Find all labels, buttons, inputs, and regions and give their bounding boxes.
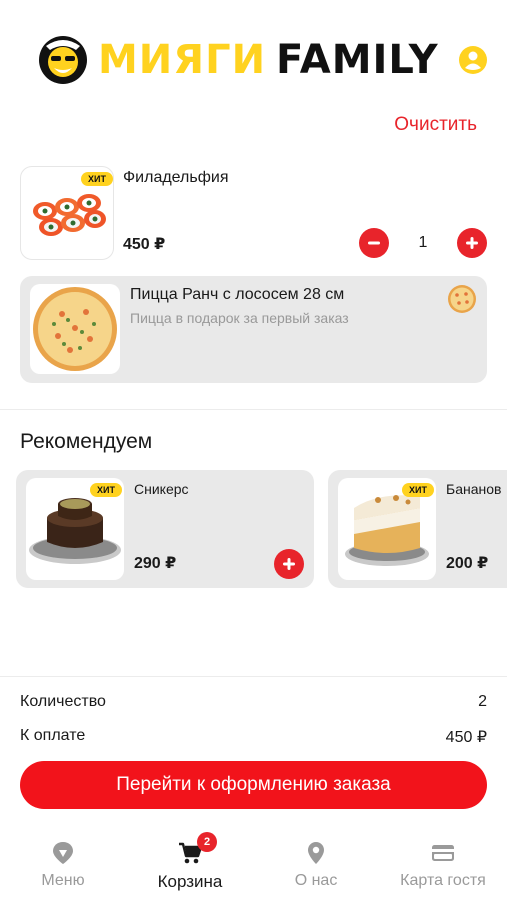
total-value: 450 ₽ [445,729,487,746]
quantity-label: Количество [20,693,106,710]
cart-item: ХИТ Филадельфия 450 ₽ 1 [20,166,487,262]
product-image: ХИТ [20,166,114,260]
product-name: Филадельфия [123,169,229,186]
minus-icon [368,241,380,245]
quantity-stepper: 1 [359,228,487,258]
brand-title: МИЯГИ FAMILY [98,38,439,82]
recommendation-card[interactable]: ХИТ Бананов 200 ₽ [328,470,507,588]
tab-label: О нас [294,872,338,889]
recommendations-carousel[interactable]: ХИТ Сникерс 290 ₽ ХИТ Бананов 200 ₽ [16,470,507,588]
menu-icon [53,842,73,864]
product-name: Бананов [446,481,502,497]
clear-cart-button[interactable]: Очистить [394,114,477,136]
summary-divider [0,676,507,677]
hit-badge: ХИТ [90,483,122,497]
brand-word-1: МИЯГИ [98,37,267,83]
gift-title: Пицца Ранч с лососем 28 см [130,286,345,303]
tab-menu[interactable]: Меню [0,826,126,900]
location-icon [308,842,324,864]
product-price: 450 ₽ [123,236,166,253]
increase-quantity-button[interactable] [457,228,487,258]
hit-badge: ХИТ [81,172,113,186]
tab-about[interactable]: О нас [253,826,379,900]
product-image: ХИТ [338,478,436,580]
card-icon [432,845,454,861]
pizza-icon [448,285,476,313]
plus-icon [466,237,478,249]
hit-badge: ХИТ [402,483,434,497]
product-image: ХИТ [26,478,124,580]
total-label: К оплате [20,727,86,744]
product-name: Сникерс [134,481,189,497]
gift-pizza-image [30,284,120,374]
user-icon[interactable] [458,45,488,75]
gift-subtitle: Пицца в подарок за первый заказ [130,310,349,326]
app-header: МИЯГИ FAMILY [0,0,507,112]
cart-count-badge: 2 [197,832,217,852]
recommendation-card[interactable]: ХИТ Сникерс 290 ₽ [16,470,314,588]
recommendations-title: Рекомендуем [20,430,153,453]
quantity-value: 1 [418,234,428,251]
product-price: 200 ₽ [446,555,489,572]
bottom-tab-bar: Меню 2 Корзина О нас Карта гостя [0,826,507,900]
checkout-button[interactable]: Перейти к оформлению заказа [20,761,487,809]
decrease-quantity-button[interactable] [359,228,389,258]
tab-guest-card[interactable]: Карта гостя [380,826,506,900]
product-price: 290 ₽ [134,555,177,572]
tab-cart[interactable]: 2 Корзина [127,826,253,900]
tab-label: Карта гостя [400,872,486,889]
plus-icon [283,558,295,570]
section-divider [0,409,507,410]
tab-label: Корзина [157,872,223,891]
tab-label: Меню [41,872,85,889]
payment-summary: К оплате 450 ₽ [20,727,487,747]
quantity-total: 2 [478,693,487,710]
mascot-logo-icon [39,36,87,84]
gift-item: Пицца Ранч с лососем 28 см Пицца в подар… [20,276,487,383]
add-to-cart-button[interactable] [274,549,304,579]
brand-word-2: FAMILY [276,37,439,83]
quantity-summary: Количество 2 [20,693,487,711]
